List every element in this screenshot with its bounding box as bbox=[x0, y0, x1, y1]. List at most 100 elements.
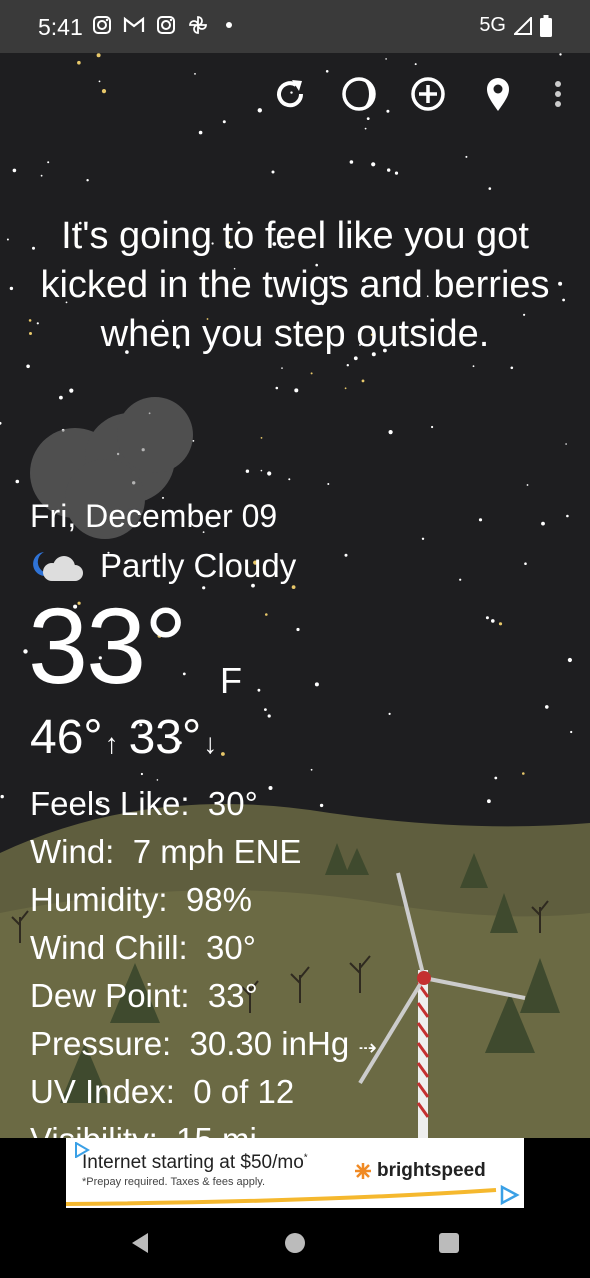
arrow-down-icon: ↓ bbox=[203, 728, 218, 759]
star bbox=[487, 799, 491, 804]
moon-phase-icon bbox=[342, 77, 376, 111]
detail-row: Pressure: 30.30 inHg ⇢ bbox=[30, 1020, 377, 1068]
star bbox=[465, 155, 468, 158]
star bbox=[296, 627, 300, 632]
recents-icon[interactable] bbox=[437, 1231, 461, 1255]
detail-value: 30° bbox=[207, 785, 258, 822]
star bbox=[264, 708, 267, 711]
star bbox=[202, 586, 206, 590]
star bbox=[47, 161, 50, 164]
star bbox=[559, 53, 562, 56]
star bbox=[281, 367, 283, 369]
ad-banner[interactable]: Internet starting at $50/mo* *Prepay req… bbox=[66, 1138, 524, 1208]
detail-row: Humidity: 98% bbox=[30, 876, 377, 924]
star bbox=[562, 298, 565, 302]
current-temperature: 33° bbox=[28, 585, 187, 706]
condition-label: Partly Cloudy bbox=[100, 547, 297, 584]
add-location-button[interactable] bbox=[408, 74, 448, 114]
star bbox=[26, 364, 30, 369]
gmail-icon bbox=[123, 16, 145, 32]
star bbox=[344, 387, 347, 390]
brightspeed-logo-icon bbox=[355, 1163, 371, 1179]
back-icon[interactable] bbox=[128, 1231, 152, 1255]
status-bar: 5:41 5G bbox=[0, 0, 590, 53]
star bbox=[294, 388, 299, 393]
instagram-icon bbox=[157, 16, 175, 34]
more-vert-icon bbox=[555, 81, 561, 107]
detail-label: Wind Chill: bbox=[30, 929, 188, 966]
detail-value: 30.30 inHg bbox=[189, 1025, 350, 1062]
adchoices-icon[interactable] bbox=[498, 1184, 520, 1206]
star bbox=[6, 238, 9, 241]
star bbox=[485, 616, 489, 620]
star bbox=[510, 366, 514, 370]
toolbar bbox=[0, 74, 590, 114]
star bbox=[394, 171, 399, 175]
star bbox=[327, 483, 330, 485]
star bbox=[310, 372, 313, 375]
star bbox=[567, 657, 573, 663]
star bbox=[472, 365, 475, 368]
star bbox=[96, 53, 101, 58]
star bbox=[431, 425, 434, 429]
pinwheel-icon bbox=[189, 16, 207, 34]
location-pin-icon bbox=[487, 78, 509, 111]
detail-row: Wind Chill: 30° bbox=[30, 924, 377, 972]
detail-label: Humidity: bbox=[30, 881, 168, 918]
instagram-icon bbox=[93, 16, 111, 34]
weather-quote: It's going to feel like you got kicked i… bbox=[40, 215, 550, 355]
detail-row: Wind: 7 mph ENE bbox=[30, 828, 377, 876]
star bbox=[478, 518, 483, 522]
star bbox=[245, 469, 250, 473]
moon-phase-button[interactable] bbox=[339, 74, 379, 114]
ad-brand: brightspeed bbox=[354, 1160, 486, 1182]
star bbox=[494, 776, 498, 780]
detail-row: Feels Like: 30° bbox=[30, 780, 377, 828]
star bbox=[545, 705, 549, 709]
star bbox=[346, 364, 349, 367]
star bbox=[541, 521, 545, 526]
star bbox=[570, 730, 573, 734]
home-icon[interactable] bbox=[283, 1231, 307, 1255]
star bbox=[12, 168, 17, 173]
detail-row: Dew Point: 33° bbox=[30, 972, 377, 1020]
status-time: 5:41 bbox=[38, 14, 83, 40]
ad-headline: Internet starting at $50/mo* bbox=[82, 1152, 308, 1174]
star bbox=[385, 58, 387, 60]
forecast-date: Fri, December 09 bbox=[30, 498, 278, 534]
star bbox=[325, 70, 329, 73]
star bbox=[310, 768, 313, 771]
detail-label: Feels Like: bbox=[30, 785, 190, 822]
location-button[interactable] bbox=[478, 74, 518, 114]
more-options-button[interactable] bbox=[538, 74, 578, 114]
star bbox=[69, 388, 74, 393]
star bbox=[388, 712, 391, 716]
star bbox=[9, 286, 14, 291]
dot-icon bbox=[226, 22, 232, 28]
star bbox=[40, 174, 43, 177]
star bbox=[222, 120, 226, 124]
detail-value: 0 of 12 bbox=[193, 1073, 295, 1110]
star bbox=[566, 514, 569, 518]
ad-superscript: * bbox=[303, 1152, 308, 1164]
star bbox=[140, 772, 143, 776]
star bbox=[414, 63, 417, 66]
star bbox=[344, 553, 348, 557]
star bbox=[59, 395, 63, 400]
detail-value: 7 mph ENE bbox=[132, 833, 302, 870]
signal-icon bbox=[514, 16, 532, 35]
detail-value: 33° bbox=[207, 977, 258, 1014]
star bbox=[0, 421, 2, 425]
detail-value: 30° bbox=[206, 929, 256, 966]
star bbox=[77, 60, 81, 65]
star bbox=[361, 379, 365, 383]
detail-row: UV Index: 0 of 12 bbox=[30, 1068, 377, 1116]
star bbox=[265, 613, 268, 616]
steady-arrow-icon: ⇢ bbox=[358, 1035, 377, 1060]
star bbox=[421, 537, 425, 540]
add-location-icon bbox=[411, 77, 445, 111]
arrow-up-icon: ↑ bbox=[104, 728, 119, 759]
star bbox=[267, 714, 271, 718]
refresh-button[interactable] bbox=[270, 74, 310, 114]
ad-brand-name: brightspeed bbox=[377, 1160, 486, 1181]
